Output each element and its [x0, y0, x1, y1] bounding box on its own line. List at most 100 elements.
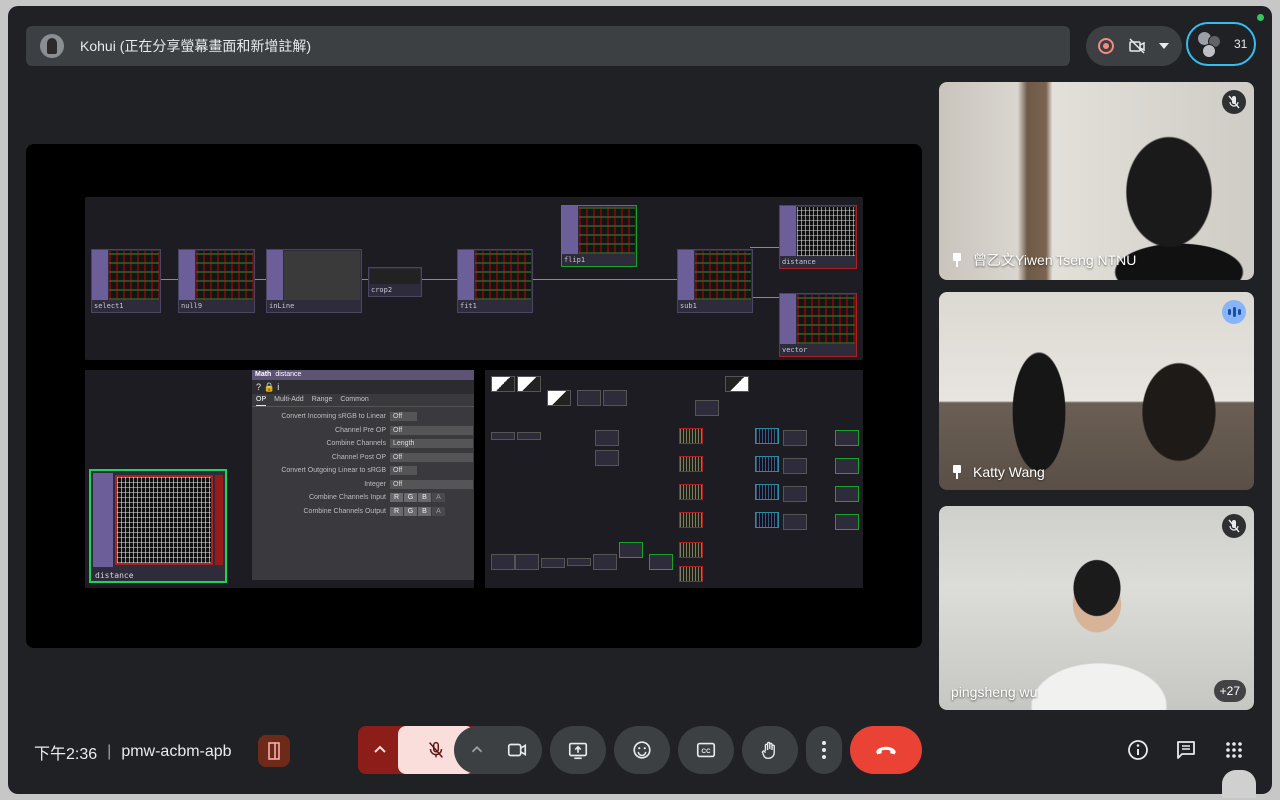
selected-node-distance[interactable]: distance	[89, 469, 227, 583]
chevron-up-icon[interactable]	[370, 740, 390, 760]
node-thumb[interactable]	[649, 554, 673, 570]
node-null9[interactable]: null9	[178, 249, 255, 313]
presenter-bar[interactable]: Kohui (正在分享螢幕畫面和新增註解)	[26, 26, 1070, 66]
param-value[interactable]: Length	[390, 439, 473, 449]
node-distance[interactable]: distance	[779, 205, 857, 269]
participant-name: Katty Wang	[951, 464, 1045, 480]
panel-tab-range[interactable]: Range	[312, 394, 333, 406]
node-thumb[interactable]	[619, 542, 643, 558]
reactions-button[interactable]	[614, 726, 670, 774]
panel-icons[interactable]: ? 🔒 i	[252, 380, 474, 394]
node-thumb[interactable]	[783, 430, 807, 446]
more-participants-badge[interactable]: +27	[1213, 680, 1246, 702]
node-inline[interactable]: inLine	[266, 249, 362, 313]
door-icon[interactable]	[258, 735, 290, 767]
captions-button[interactable]: CC	[678, 726, 734, 774]
node-thumb[interactable]	[593, 554, 617, 570]
present-icon	[568, 742, 588, 760]
svg-text:CC: CC	[701, 748, 711, 755]
camera-icon[interactable]	[506, 739, 528, 761]
node-vector[interactable]: vector	[779, 293, 857, 357]
participant-tile[interactable]: 曾乙文Yiwen Tseng NTNU	[939, 82, 1254, 280]
node-thumb[interactable]	[577, 390, 601, 406]
mic-off-icon	[1222, 90, 1246, 114]
node-thumb[interactable]	[567, 558, 591, 566]
panel-tab-multi-add[interactable]: Multi-Add	[274, 394, 304, 406]
pin-icon	[951, 465, 963, 479]
node-thumb[interactable]	[679, 456, 703, 472]
activities-grid-icon[interactable]	[1222, 738, 1246, 762]
participant-count: 31	[1234, 37, 1248, 51]
node-thumb[interactable]	[755, 512, 779, 528]
param-row: Convert Incoming sRGB to Linear Off	[252, 410, 474, 424]
chevron-down-icon[interactable]	[1159, 43, 1169, 49]
node-thumb[interactable]	[679, 566, 703, 582]
node-thumb[interactable]	[835, 514, 859, 530]
param-value[interactable]: Off	[390, 466, 417, 476]
param-value[interactable]: Off	[390, 452, 473, 462]
node-thumb[interactable]	[491, 376, 515, 392]
camera-off-icon[interactable]	[1128, 37, 1146, 55]
presenter-avatar	[40, 34, 64, 58]
node-thumb[interactable]	[835, 430, 859, 446]
node-fit1[interactable]: fit1	[457, 249, 533, 313]
node-thumb[interactable]	[541, 558, 565, 568]
node-select1[interactable]: select1	[91, 249, 161, 313]
node-thumb[interactable]	[783, 486, 807, 502]
node-thumb[interactable]	[595, 430, 619, 446]
channel-toggles[interactable]: RGBA	[390, 493, 445, 503]
node-thumb[interactable]	[783, 514, 807, 530]
node-thumb[interactable]	[595, 450, 619, 466]
node-thumb[interactable]	[491, 432, 515, 440]
hand-icon	[761, 741, 775, 759]
panel-tab-common[interactable]: Common	[340, 394, 368, 406]
chat-icon[interactable]	[1174, 738, 1198, 762]
raise-hand-button[interactable]	[742, 726, 798, 774]
node-thumb[interactable]	[679, 542, 703, 558]
panel-tabs: OP Multi-Add Range Common	[252, 394, 474, 407]
node-thumb[interactable]	[755, 484, 779, 500]
node-thumb[interactable]	[603, 390, 627, 406]
node-sub1[interactable]: sub1	[677, 249, 753, 313]
node-thumb[interactable]	[783, 458, 807, 474]
node-thumb[interactable]	[679, 484, 703, 500]
param-row: Combine Channels Length	[252, 437, 474, 451]
node-thumb[interactable]	[835, 458, 859, 474]
param-row: Combine Channels Input RGBA	[252, 491, 474, 505]
recording-controls[interactable]	[1086, 26, 1182, 66]
node-thumb[interactable]	[515, 554, 539, 570]
channel-toggles[interactable]: RGBA	[390, 506, 445, 516]
param-value[interactable]: Off	[390, 479, 473, 489]
node-thumb[interactable]	[755, 456, 779, 472]
people-button[interactable]: 31	[1186, 22, 1256, 66]
participant-name: 曾乙文Yiwen Tseng NTNU	[951, 250, 1136, 270]
participant-tile[interactable]: Katty Wang	[939, 292, 1254, 490]
node-thumb[interactable]	[547, 390, 571, 406]
node-thumb[interactable]	[679, 512, 703, 528]
param-row: Channel Pre OP Off	[252, 424, 474, 438]
panel-tab-op[interactable]: OP	[256, 394, 267, 406]
param-value[interactable]: Off	[390, 425, 473, 435]
node-thumb[interactable]	[517, 432, 541, 440]
node-flip1[interactable]: flip1	[561, 205, 637, 267]
param-value[interactable]: Off	[390, 412, 417, 422]
more-options-button[interactable]	[806, 726, 842, 774]
chevron-up-icon[interactable]	[468, 741, 486, 759]
node-thumb[interactable]	[491, 554, 515, 570]
node-thumb[interactable]	[725, 376, 749, 392]
closed-captions-icon: CC	[696, 742, 716, 758]
camera-control[interactable]	[454, 726, 542, 774]
record-icon[interactable]	[1098, 38, 1114, 54]
node-crop2[interactable]: crop2	[368, 267, 422, 297]
node-thumb[interactable]	[695, 400, 719, 416]
node-thumb[interactable]	[755, 428, 779, 444]
leave-call-button[interactable]	[850, 726, 922, 774]
node-thumb[interactable]	[679, 428, 703, 444]
meet-window: Kohui (正在分享螢幕畫面和新增註解) 31 select1 null9 i…	[8, 6, 1272, 794]
info-icon[interactable]	[1126, 738, 1150, 762]
node-thumb[interactable]	[517, 376, 541, 392]
node-thumb[interactable]	[835, 486, 859, 502]
participant-avatars	[1198, 32, 1222, 58]
participant-tile[interactable]: pingsheng wu +27	[939, 506, 1254, 710]
present-screen-button[interactable]	[550, 726, 606, 774]
